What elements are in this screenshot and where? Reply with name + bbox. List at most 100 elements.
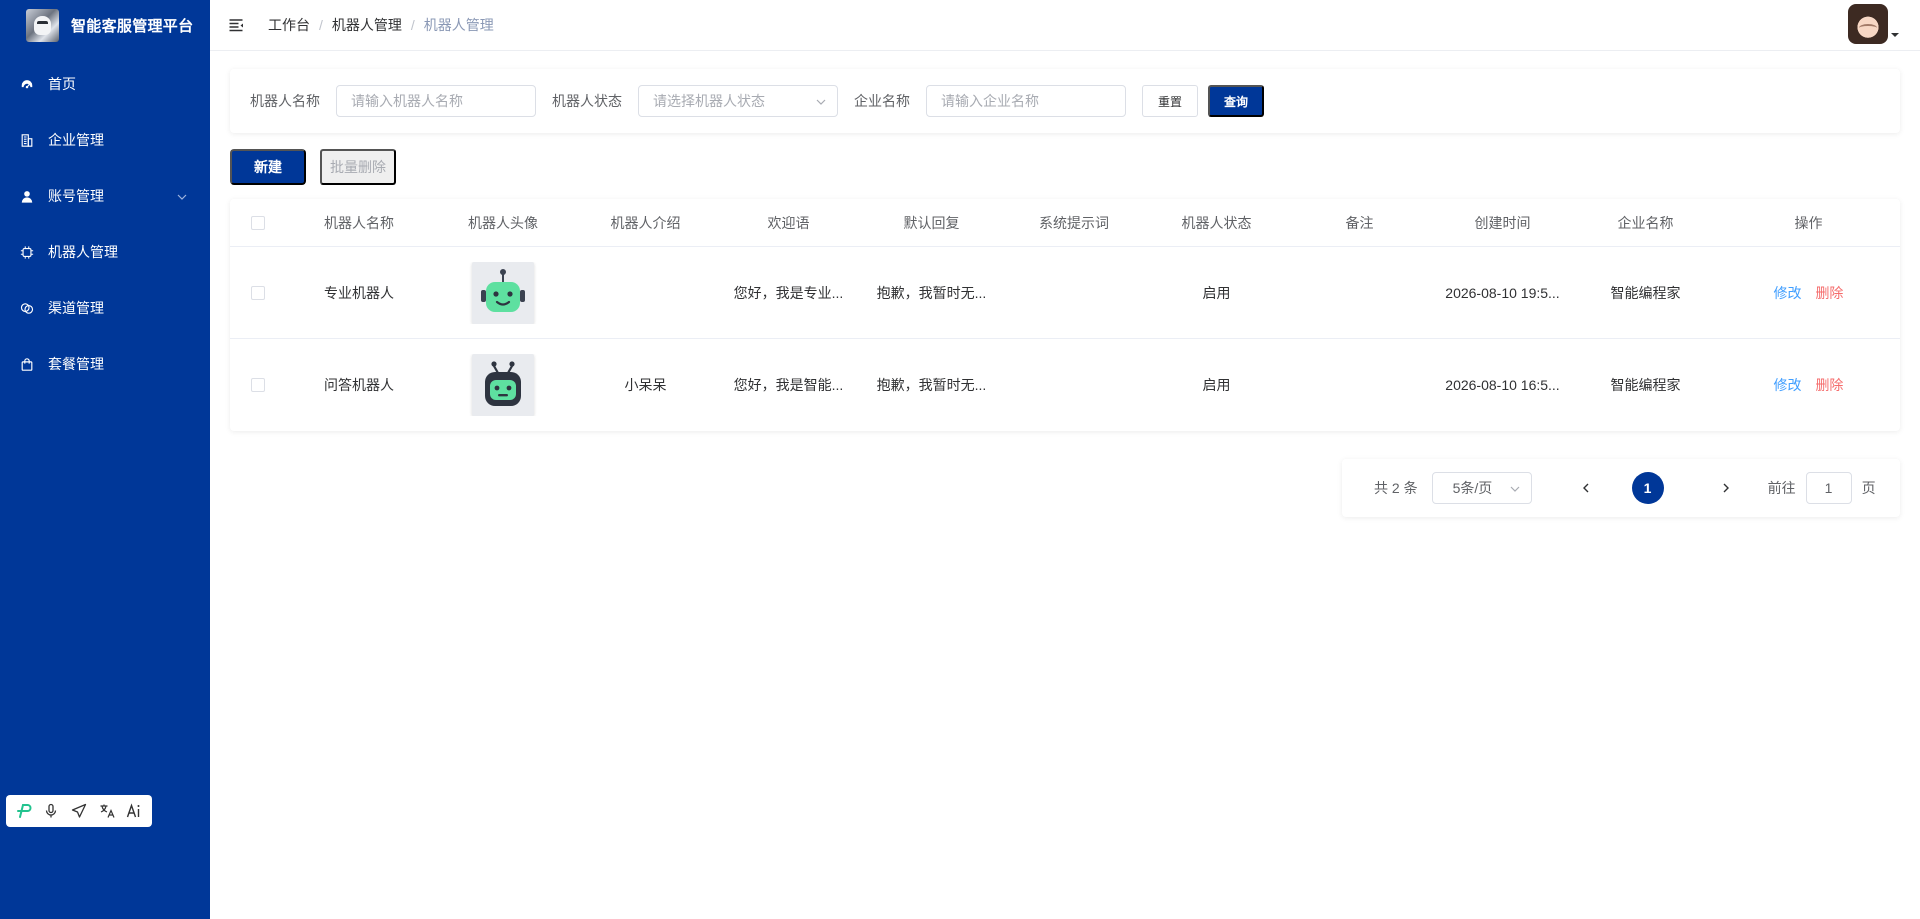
row-checkbox[interactable] — [251, 285, 265, 300]
delete-link[interactable]: 删除 — [1815, 285, 1843, 301]
delete-link[interactable]: 删除 — [1815, 377, 1843, 393]
created-time-cell: 2026-08-10 19:5... — [1445, 284, 1560, 301]
sidebar-item-package[interactable]: 套餐管理 — [0, 336, 210, 392]
search-panel: 机器人名称 请输入机器人名称 机器人状态 请选择机器人状态 企业名称 请输入企业… — [230, 69, 1900, 133]
sidebar-item-channel[interactable]: 渠道管理 — [0, 280, 210, 336]
company-name-input[interactable]: 请输入企业名称 — [926, 85, 1126, 117]
action-bar: 新建 批量删除 — [230, 149, 1900, 185]
row-select-cell — [230, 378, 286, 392]
column-header: 企业名称 — [1617, 214, 1674, 231]
column-header: 机器人状态 — [1181, 214, 1252, 231]
robot-status-select[interactable]: 请选择机器人状态 — [638, 85, 838, 117]
column-header: 欢迎语 — [767, 214, 810, 231]
operations-cell: 修改 删除 — [1717, 375, 1900, 395]
column-header: 默认回复 — [903, 214, 960, 231]
reset-button[interactable]: 重置 — [1142, 85, 1198, 117]
sidebar-menu: 首页 企业管理 账号管理 机器人管理 渠道管理 套餐管理 — [0, 56, 210, 392]
robot-intro-cell: 小呆呆 — [624, 377, 667, 393]
company-name-label: 企业名称 — [854, 93, 910, 109]
channel-icon — [20, 301, 34, 315]
column-header: 机器人介绍 — [610, 214, 681, 231]
chevron-down-icon[interactable] — [176, 190, 188, 202]
edit-link[interactable]: 修改 — [1774, 285, 1802, 301]
breadcrumb-item-workbench[interactable]: 工作台 — [268, 15, 310, 35]
table-header: 机器人名称 机器人头像 机器人介绍 欢迎语 默认回复 系统提示词 机器人状态 备… — [230, 199, 1900, 247]
company-name-placeholder: 请输入企业名称 — [941, 93, 1039, 109]
robot-name-input[interactable]: 请输入机器人名称 — [336, 85, 536, 117]
robot-status-placeholder: 请选择机器人状态 — [653, 93, 765, 109]
column-header: 系统提示词 — [1039, 214, 1109, 231]
robot-avatar-green[interactable] — [472, 261, 534, 324]
default-reply-cell: 抱歉，我暂时无... — [876, 284, 987, 301]
company-name-cell: 智能编程家 — [1610, 284, 1681, 301]
page-number-current[interactable]: 1 — [1631, 472, 1664, 504]
column-header: 备注 — [1345, 214, 1374, 231]
breadcrumb-separator: / — [410, 17, 415, 33]
sidebar-item-company[interactable]: 企业管理 — [0, 112, 210, 168]
user-icon — [20, 189, 34, 203]
user-menu[interactable] — [1848, 4, 1900, 44]
robot-status-cell: 启用 — [1202, 377, 1231, 393]
company-name-cell: 智能编程家 — [1610, 377, 1681, 393]
column-header: 创建时间 — [1474, 214, 1531, 231]
robot-dark-icon — [485, 361, 521, 406]
table-row: 问答机器人 小呆呆 您好，我是智能... 抱歉，我暂时无... 启用 2026-… — [230, 339, 1900, 431]
bag-icon — [20, 357, 34, 371]
caret-down-icon[interactable] — [1890, 30, 1900, 40]
goto-page-input[interactable]: 1 — [1805, 472, 1852, 504]
default-reply-cell: 抱歉，我暂时无... — [876, 377, 987, 393]
send-icon[interactable] — [69, 801, 89, 821]
select-all-cell — [230, 215, 286, 230]
new-button[interactable]: 新建 — [230, 149, 306, 185]
breadcrumb-item-robot-group[interactable]: 机器人管理 — [332, 15, 402, 35]
chevron-right-icon — [1723, 483, 1729, 493]
building-icon — [20, 133, 34, 147]
microphone-icon[interactable] — [41, 801, 61, 821]
sidebar-item-label: 机器人管理 — [48, 244, 118, 260]
page-size-select[interactable]: 5条/页 — [1431, 472, 1532, 504]
sidebar-item-label: 企业管理 — [48, 132, 104, 148]
column-header: 机器人名称 — [324, 214, 394, 231]
robot-avatar-cell — [432, 354, 574, 416]
prev-page-button[interactable] — [1576, 478, 1596, 498]
page-size-value: 5条/页 — [1452, 480, 1493, 496]
sidebar: 智能客服管理平台 首页 企业管理 账号管理 机器人管理 渠道管理 套餐管理 — [0, 0, 210, 919]
dashboard-icon — [20, 77, 34, 91]
robot-status-cell: 启用 — [1202, 284, 1231, 301]
column-header: 操作 — [1794, 214, 1823, 231]
chip-icon — [20, 245, 34, 259]
robot-name-placeholder: 请输入机器人名称 — [351, 93, 463, 109]
robot-name-cell: 专业机器人 — [324, 284, 394, 301]
robot-name-cell: 问答机器人 — [324, 377, 394, 393]
welcome-cell: 您好，我是智能... — [733, 377, 844, 393]
robot-status-label: 机器人状态 — [552, 93, 622, 109]
table-row: 专业机器人 您好，我是专业... 抱歉，我暂时无... 启用 2026-08-1… — [230, 247, 1900, 339]
robot-name-label: 机器人名称 — [250, 93, 320, 109]
breadcrumb-item-current: 机器人管理 — [423, 17, 494, 33]
avatar[interactable] — [1848, 4, 1888, 44]
translate-icon[interactable] — [97, 801, 117, 821]
sidebar-item-robot[interactable]: 机器人管理 — [0, 224, 210, 280]
edit-link[interactable]: 修改 — [1774, 377, 1802, 393]
select-all-checkbox[interactable] — [251, 215, 265, 230]
row-checkbox[interactable] — [251, 378, 265, 392]
chevron-left-icon — [1582, 483, 1589, 493]
query-button[interactable]: 查询 — [1208, 85, 1264, 117]
chevron-down-icon — [1510, 486, 1520, 492]
welcome-cell: 您好，我是专业... — [733, 284, 844, 301]
batch-delete-button[interactable]: 批量删除 — [320, 149, 396, 185]
breadcrumb-separator: / — [319, 17, 323, 33]
sidebar-logo[interactable]: 智能客服管理平台 — [0, 0, 210, 50]
top-header: 工作台 / 机器人管理 / 机器人管理 — [210, 0, 1920, 51]
pagination: 共 2 条 5条/页 1 前往 1 页 — [1342, 459, 1900, 517]
brand-p-icon[interactable] — [14, 801, 34, 821]
sidebar-item-label: 首页 — [48, 76, 76, 92]
sidebar-item-home[interactable]: 首页 — [0, 56, 210, 112]
robot-avatar-dark[interactable] — [472, 354, 534, 416]
sidebar-item-account[interactable]: 账号管理 — [0, 168, 210, 224]
next-page-button[interactable] — [1716, 478, 1736, 498]
menu-toggle-icon[interactable] — [226, 15, 246, 35]
ai-icon[interactable] — [124, 801, 144, 821]
logo-image — [26, 8, 59, 42]
row-select-cell — [230, 285, 286, 300]
